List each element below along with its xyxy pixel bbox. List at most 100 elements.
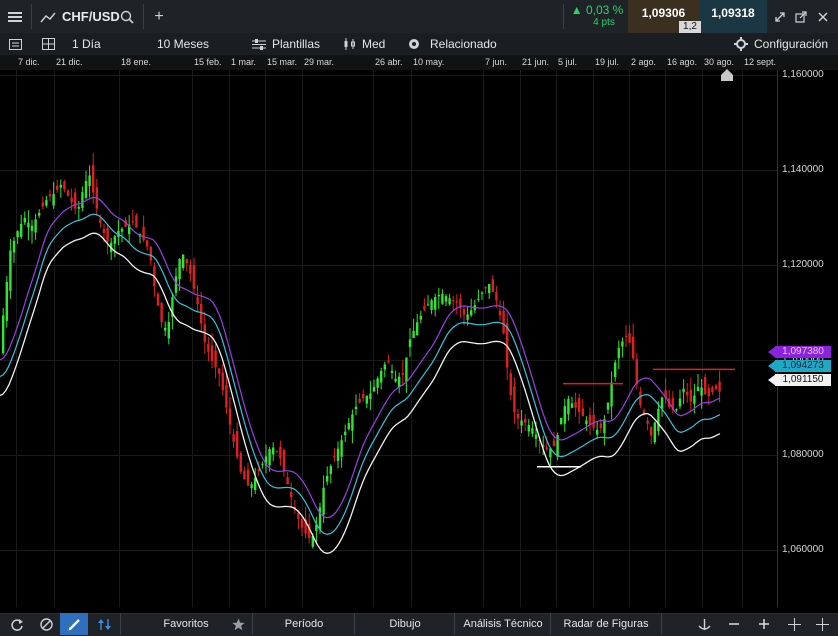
candle-bull [369, 393, 372, 400]
close-icon[interactable] [814, 0, 832, 33]
disable-icon[interactable] [32, 613, 60, 635]
zoom-in-icon[interactable] [750, 613, 778, 635]
candle-bull [329, 466, 332, 475]
candle-bear [282, 449, 286, 472]
candle-bull [660, 397, 664, 409]
candle-bear [362, 394, 365, 399]
candle-bull [380, 370, 383, 383]
candle-bull [675, 409, 678, 411]
anchor-icon[interactable] [690, 613, 718, 635]
candle-bear [286, 477, 289, 485]
candle-bear [225, 384, 228, 408]
candle-bull [88, 175, 91, 186]
price-axis [777, 70, 838, 607]
pattern-radar-button[interactable]: Radar de Figuras [550, 613, 662, 635]
candle-bear [592, 414, 595, 428]
spread-badge: 1,2 [679, 21, 701, 33]
date-tick-label: 10 may. [413, 57, 445, 67]
candle-bull [372, 386, 376, 392]
candle-bull [466, 314, 469, 320]
refresh-icon[interactable] [2, 613, 30, 635]
sort-arrows-icon[interactable] [90, 613, 118, 635]
candle-bull [610, 382, 613, 407]
candle-bear [581, 408, 584, 417]
candle-bull [84, 181, 88, 198]
date-tick-label: 26 abr. [375, 57, 403, 67]
pencil-icon[interactable] [60, 613, 88, 635]
candle-bull [441, 293, 444, 304]
candle-bear [639, 391, 642, 406]
add-tab-button[interactable]: + [150, 0, 168, 33]
candle-bull [9, 250, 12, 291]
price-label-pointers [768, 346, 776, 386]
candle-bear [516, 413, 520, 419]
candle-bull [653, 422, 656, 443]
candle-bear [279, 446, 282, 459]
popout-icon[interactable] [792, 0, 810, 33]
candle-bear [502, 310, 505, 334]
range-select[interactable]: 10 Meses [157, 33, 209, 55]
candle-bull [682, 388, 685, 393]
candle-bear [498, 310, 502, 316]
candle-bear [632, 336, 635, 359]
candle-bear [423, 306, 426, 310]
candle-bull [5, 281, 8, 321]
templates-button[interactable]: Plantillas [272, 33, 320, 55]
candle-bear [196, 296, 199, 304]
ma-cyan-label: 1,094273 [775, 360, 831, 372]
candle-bear [552, 440, 556, 447]
list-icon[interactable] [0, 33, 30, 55]
search-icon[interactable] [118, 0, 136, 33]
candle-bull [45, 200, 48, 206]
candle-bear [74, 192, 77, 209]
scroll-marker-icon[interactable] [721, 69, 733, 84]
candle-bear [142, 226, 145, 241]
date-tick-label: 19 jul. [595, 57, 620, 67]
date-tick-label: 2 ago. [631, 57, 657, 67]
candle-bull [444, 296, 448, 302]
menu-icon[interactable] [0, 0, 30, 33]
price-tick-label: 1,060000 [782, 543, 824, 555]
candle-bull [448, 298, 451, 305]
candle-bear [455, 301, 458, 303]
candle-bull [167, 321, 170, 339]
up-arrow-icon: ▲ [570, 3, 583, 17]
drawing-button[interactable]: Dibujo [354, 613, 455, 635]
candle-bull [272, 447, 275, 455]
candle-bear [218, 368, 221, 374]
interval-select[interactable]: 1 Día [72, 33, 101, 55]
candle-bear [513, 386, 516, 413]
crosshair-icon[interactable] [780, 613, 808, 635]
candle-bear [228, 408, 232, 425]
symbol-title[interactable]: CHF/USD [62, 9, 120, 24]
candle-bull [261, 463, 264, 465]
candle-bull [527, 424, 530, 432]
layout-grid-icon[interactable] [34, 33, 62, 55]
buy-price-button[interactable]: 1,09318 [699, 0, 767, 33]
chart-style-select[interactable]: Med [362, 33, 385, 55]
crosshair-alt-icon[interactable] [808, 613, 836, 635]
candle-bear [102, 228, 106, 234]
technical-analysis-button[interactable]: Análisis Técnico [454, 613, 551, 635]
candle-bull [351, 414, 354, 431]
star-icon[interactable] [224, 613, 252, 635]
candle-bull [693, 395, 696, 404]
candle-bull [2, 315, 5, 354]
candle-bear [689, 389, 692, 402]
expand-icon[interactable] [771, 0, 789, 33]
candle-bull [531, 428, 534, 434]
zoom-out-icon[interactable] [720, 613, 748, 635]
line-chart-icon [38, 0, 58, 33]
candle-bear [635, 359, 638, 385]
candle-bear [66, 190, 70, 196]
candle-bull [354, 406, 358, 410]
period-button[interactable]: Período [252, 613, 355, 635]
candle-bear [297, 513, 300, 520]
price-chart[interactable] [0, 70, 777, 607]
candle-bull [416, 322, 419, 335]
candle-bear [509, 373, 512, 396]
candle-bear [545, 447, 548, 450]
candle-bear [484, 287, 487, 289]
settings-button[interactable]: Configuración [754, 33, 828, 55]
related-button[interactable]: Relacionado [430, 33, 497, 55]
